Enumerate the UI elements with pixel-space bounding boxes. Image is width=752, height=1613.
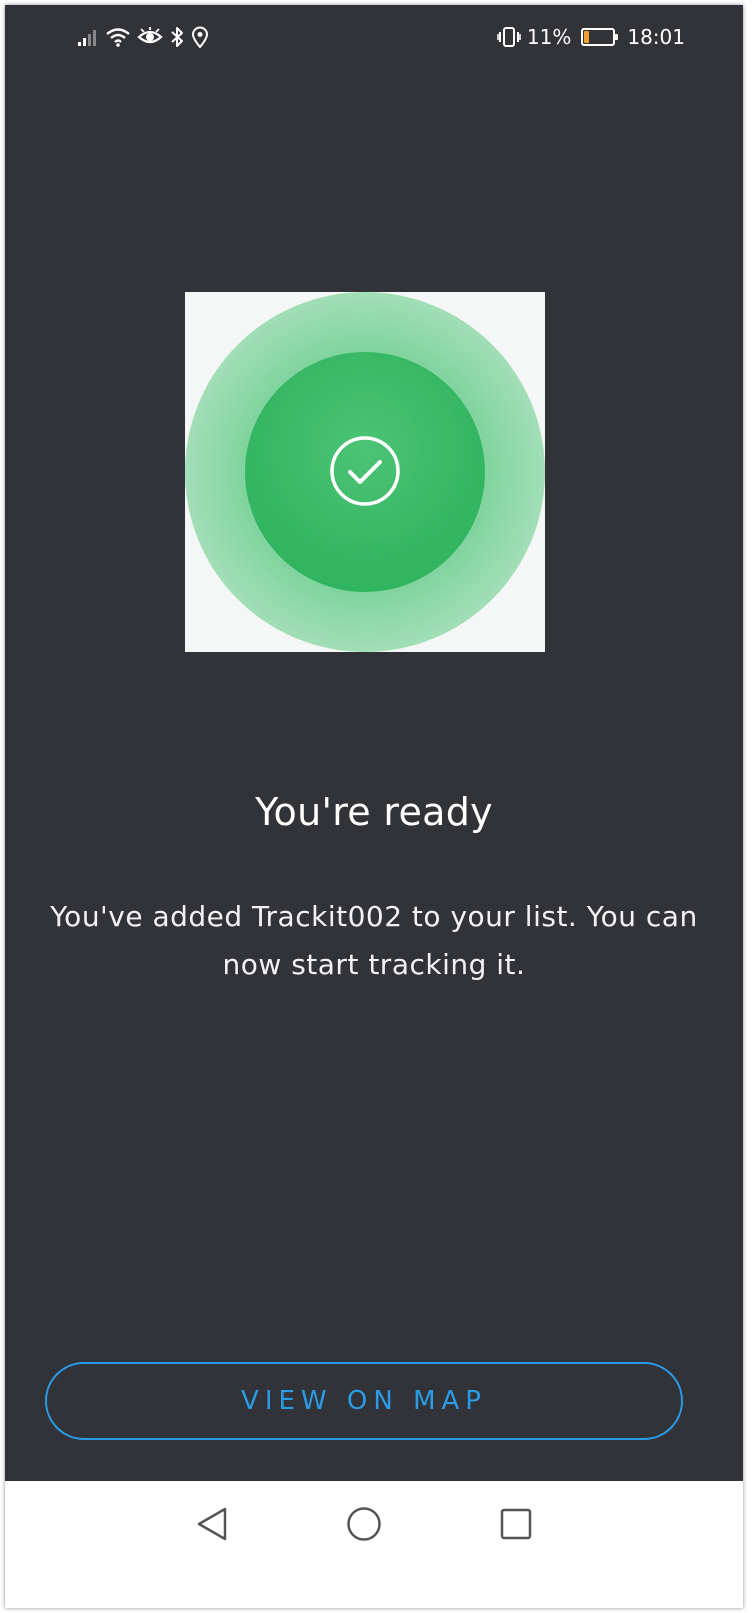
page-title: You're ready (255, 790, 493, 834)
app-screen: 11% 18:01 You're ready You've added Trac… (5, 5, 743, 1608)
status-icons-right: 11% 18:01 (497, 23, 685, 51)
recents-button[interactable] (491, 1499, 541, 1549)
status-icons-left (77, 23, 209, 51)
check-circle-icon (330, 436, 400, 506)
navigation-bar (5, 1481, 743, 1608)
battery-icon (581, 28, 619, 46)
vibrate-icon (497, 26, 521, 48)
battery-percent: 11% (526, 25, 572, 49)
wifi-icon (105, 26, 131, 48)
clock: 18:01 (627, 25, 685, 49)
battery-level (584, 31, 590, 43)
home-icon (347, 1507, 381, 1541)
signal-icon (77, 27, 99, 47)
success-illustration (185, 292, 545, 652)
status-bar: 11% 18:01 (5, 5, 743, 67)
eye-icon (137, 27, 163, 47)
view-on-map-button[interactable]: VIEW ON MAP (45, 1362, 683, 1440)
bluetooth-icon (169, 26, 185, 48)
confirmation-message: You've added Trackit002 to your list. Yo… (50, 900, 698, 981)
location-icon (191, 26, 209, 48)
back-button[interactable] (187, 1499, 237, 1549)
recents-icon (500, 1508, 532, 1540)
back-icon (197, 1507, 227, 1541)
home-button[interactable] (339, 1499, 389, 1549)
